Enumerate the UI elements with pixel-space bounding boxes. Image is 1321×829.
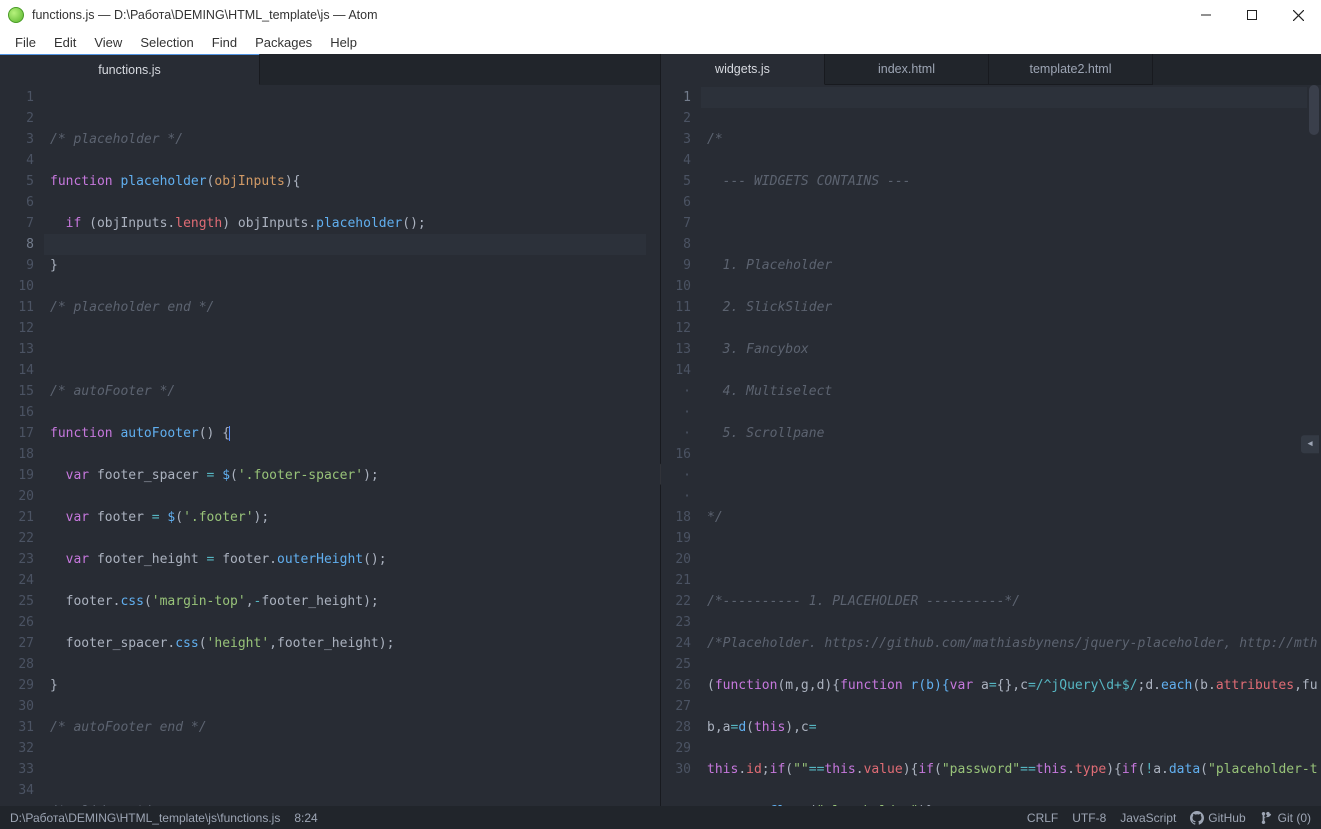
status-path[interactable]: D:\Работа\DEMING\HTML_template\js\functi… (10, 811, 280, 825)
git-branch-icon (1260, 811, 1274, 825)
tab-label: widgets.js (715, 62, 770, 76)
status-eol[interactable]: CRLF (1027, 811, 1058, 825)
menu-view[interactable]: View (85, 33, 131, 52)
editor-pane-left: functions.js 123456789101112131415161718… (0, 54, 660, 806)
menu-bar: File Edit View Selection Find Packages H… (0, 30, 1321, 54)
status-cursor[interactable]: 8:24 (294, 811, 317, 825)
editor-pane-right: widgets.js index.html template2.html 123… (661, 54, 1321, 806)
tab-bar-right: widgets.js index.html template2.html (661, 54, 1321, 85)
status-language[interactable]: JavaScript (1120, 811, 1176, 825)
close-button[interactable] (1275, 0, 1321, 30)
status-github[interactable]: GitHub (1190, 811, 1245, 825)
menu-file[interactable]: File (6, 33, 45, 52)
gutter-right: 1234567891011121314···16··18192021222324… (661, 85, 701, 806)
scrollbar-right[interactable] (1309, 85, 1319, 806)
tab-bar-left: functions.js (0, 54, 660, 85)
title-bar: functions.js — D:\Работа\DEMING\HTML_tem… (0, 0, 1321, 30)
status-github-label: GitHub (1208, 811, 1245, 825)
tab-label: functions.js (98, 63, 161, 77)
status-bar: D:\Работа\DEMING\HTML_template\js\functi… (0, 806, 1321, 829)
editor-left[interactable]: 1234567891011121314151617181920212223242… (0, 85, 660, 806)
status-git[interactable]: Git (0) (1260, 811, 1311, 825)
scrollbar-thumb[interactable] (1309, 85, 1319, 135)
status-git-label: Git (0) (1278, 811, 1311, 825)
tab-widgets-js[interactable]: widgets.js (661, 54, 825, 85)
tab-functions-js[interactable]: functions.js (0, 54, 260, 85)
gutter-left: 1234567891011121314151617181920212223242… (0, 85, 44, 806)
code-right[interactable]: /* --- WIDGETS CONTAINS --- 1. Placehold… (701, 85, 1321, 806)
editor-right[interactable]: 1234567891011121314···16··18192021222324… (661, 85, 1321, 806)
menu-help[interactable]: Help (321, 33, 366, 52)
menu-packages[interactable]: Packages (246, 33, 321, 52)
github-icon (1190, 811, 1204, 825)
status-encoding[interactable]: UTF-8 (1072, 811, 1106, 825)
menu-selection[interactable]: Selection (131, 33, 202, 52)
workspace: TheProgs.ru functions.js 123456789101112… (0, 54, 1321, 806)
tab-template2-html[interactable]: template2.html (989, 54, 1153, 85)
window-title: functions.js — D:\Работа\DEMING\HTML_tem… (32, 8, 378, 22)
tab-label: template2.html (1030, 62, 1112, 76)
window-controls (1183, 0, 1321, 30)
minimize-button[interactable] (1183, 0, 1229, 30)
app-logo (8, 7, 24, 23)
tab-label: index.html (878, 62, 935, 76)
maximize-button[interactable] (1229, 0, 1275, 30)
menu-edit[interactable]: Edit (45, 33, 85, 52)
code-left[interactable]: /* placeholder */ function placeholder(o… (44, 85, 660, 806)
tab-index-html[interactable]: index.html (825, 54, 989, 85)
menu-find[interactable]: Find (203, 33, 246, 52)
